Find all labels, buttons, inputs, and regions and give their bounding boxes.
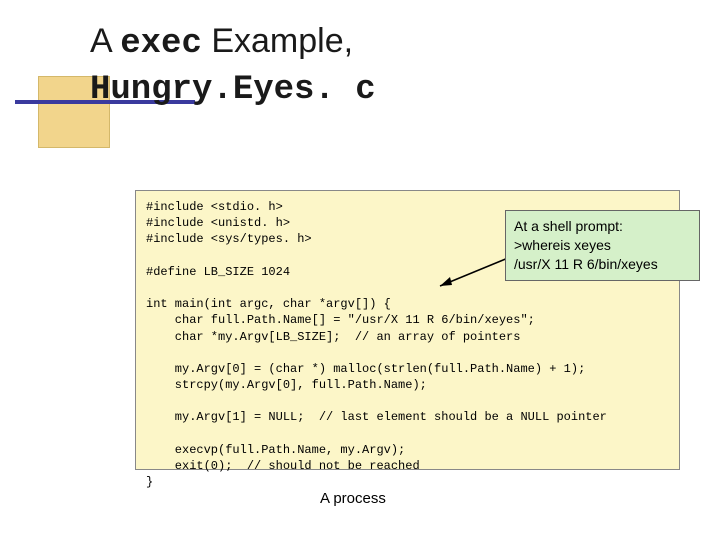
caption-text: A process <box>320 490 386 507</box>
callout-box: At a shell prompt: >whereis xeyes /usr/X… <box>505 210 700 281</box>
title-mono-1: exec <box>120 25 202 63</box>
title-mono-2: Hungry.Eyes. c <box>90 71 376 109</box>
title-text-2: Example, <box>202 22 353 60</box>
arrow-icon <box>430 256 510 292</box>
slide-title: A exec Example, Hungry.Eyes. c <box>90 20 376 111</box>
title-text-1: A <box>90 22 120 60</box>
